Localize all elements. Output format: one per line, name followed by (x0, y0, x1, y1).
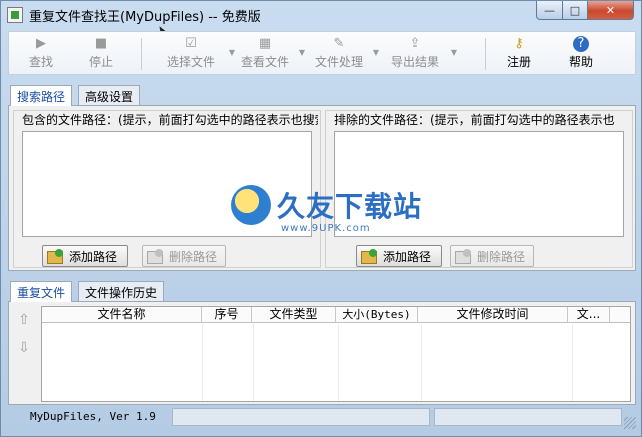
play-icon: ▶ (36, 36, 46, 51)
view-files-label: 查看文件 (240, 55, 289, 69)
chevron-down-icon: ▼ (298, 48, 305, 57)
grid-line (253, 324, 254, 401)
grid-body (42, 324, 630, 401)
delete-folder-icon (147, 249, 165, 264)
stop-icon: ■ (94, 36, 108, 51)
view-files-button[interactable]: ▦ 查看文件 ▼ (237, 34, 305, 74)
include-paths-label: 包含的文件路径：(提示，前面打勾选中的路径表示也搜索 (22, 113, 318, 127)
window-title: 重复文件查找王(MyDupFiles) -- 免费版 (29, 10, 261, 25)
export-results-button[interactable]: ⇪ 导出结果 ▼ (385, 34, 457, 74)
app-window: 重复文件查找王(MyDupFiles) -- 免费版 — □ ✕ ▶ 查找 ■ … (0, 0, 642, 437)
stop-button[interactable]: ■ 停止 (81, 34, 121, 74)
maximize-button[interactable]: □ (562, 1, 588, 20)
grid-line (338, 324, 339, 401)
register-label: 注册 (506, 55, 531, 69)
help-icon: ? (573, 36, 589, 52)
tab-duplicate-files[interactable]: 重复文件 (10, 281, 73, 302)
include-add-path-button[interactable]: 添加路径 (42, 245, 128, 267)
file-process-button[interactable]: ✎ 文件处理 ▼ (311, 34, 379, 74)
help-button[interactable]: ? 帮助 (561, 34, 601, 74)
file-process-label: 文件处理 (314, 55, 363, 69)
watermark-url: www.9UPK.com (281, 223, 371, 234)
watermark: 久友下载站 www.9UPK.com (219, 183, 423, 253)
status-panel-progress (172, 408, 430, 426)
view-files-icon: ▦ (258, 36, 272, 51)
delete-folder-icon (455, 249, 473, 264)
status-panel-info (434, 408, 622, 426)
minimize-button[interactable]: — (536, 1, 563, 20)
select-files-icon: ☑ (185, 36, 197, 51)
status-bar: MyDupFiles, Ver 1.9 (8, 407, 636, 429)
grid-line (572, 324, 573, 401)
tab-advanced-settings[interactable]: 高级设置 (78, 85, 141, 105)
side-buttons: ⇧ ⇩ (13, 312, 35, 368)
add-folder-icon (47, 249, 65, 264)
close-button[interactable]: ✕ (587, 1, 634, 20)
chevron-down-icon: ▼ (450, 48, 457, 57)
resize-grip-icon[interactable] (624, 417, 636, 429)
move-down-icon[interactable]: ⇩ (13, 340, 35, 356)
column-size[interactable]: 大小(Bytes) (336, 307, 418, 322)
include-delete-path-button[interactable]: 删除路径 (142, 245, 226, 267)
toolbar: ▶ 查找 ■ 停止 ☑ 选择文件 ▼ ▦ 查看文件 ▼ ✎ 文件处理 ▼ ⇪ 导… (8, 31, 636, 75)
search-button[interactable]: ▶ 查找 (21, 34, 61, 74)
search-button-label: 查找 (28, 55, 53, 69)
column-modified-time[interactable]: 文件修改时间 (418, 307, 568, 322)
watermark-text: 久友下载站 (277, 190, 423, 223)
chevron-down-icon: ▼ (372, 48, 379, 57)
grid-header: 文件名称 序号 文件类型 大小(Bytes) 文件修改时间 文... (42, 307, 630, 323)
watermark-logo-icon (231, 185, 271, 225)
grid-line (421, 324, 422, 401)
register-button[interactable]: ⚷ 注册 (499, 34, 539, 74)
grid-line (202, 324, 203, 401)
results-tab-body: ⇧ ⇩ 文件名称 序号 文件类型 大小(Bytes) 文件修改时间 文... (8, 301, 636, 405)
title-bar: 重复文件查找王(MyDupFiles) -- 免费版 — □ ✕ (1, 1, 641, 29)
tab-search-path[interactable]: 搜索路径 (10, 85, 73, 106)
export-icon: ⇪ (409, 36, 421, 51)
column-index[interactable]: 序号 (202, 307, 252, 322)
exclude-delete-path-button[interactable]: 删除路径 (450, 245, 534, 267)
exclude-paths-label: 排除的文件路径：(提示，前面打勾选中的路径表示也 (334, 113, 615, 127)
version-text: MyDupFiles, Ver 1.9 (30, 410, 156, 423)
column-file-type[interactable]: 文件类型 (252, 307, 336, 322)
results-panel: 重复文件 文件操作历史 ⇧ ⇩ 文件名称 序号 文件类型 大小(Bytes) 文… (8, 281, 636, 405)
move-up-icon[interactable]: ⇧ (13, 312, 35, 328)
include-add-path-label: 添加路径 (69, 249, 118, 264)
key-icon: ⚷ (514, 36, 524, 51)
toolbar-separator (141, 38, 142, 70)
file-process-icon: ✎ (333, 36, 345, 51)
toolbar-separator (485, 38, 486, 70)
export-results-label: 导出结果 (390, 55, 439, 69)
tab-file-history[interactable]: 文件操作历史 (78, 281, 165, 301)
help-label: 帮助 (568, 55, 593, 69)
app-icon (7, 7, 23, 23)
select-files-label: 选择文件 (166, 55, 215, 69)
include-delete-path-label: 删除路径 (169, 249, 218, 264)
stop-button-label: 停止 (88, 55, 113, 69)
column-file-name[interactable]: 文件名称 (42, 307, 202, 322)
select-files-button[interactable]: ☑ 选择文件 ▼ (159, 34, 235, 74)
chevron-down-icon: ▼ (228, 48, 235, 57)
column-file-path[interactable]: 文... (568, 307, 610, 322)
exclude-delete-path-label: 删除路径 (477, 249, 526, 264)
results-grid[interactable]: 文件名称 序号 文件类型 大小(Bytes) 文件修改时间 文... (41, 306, 631, 402)
